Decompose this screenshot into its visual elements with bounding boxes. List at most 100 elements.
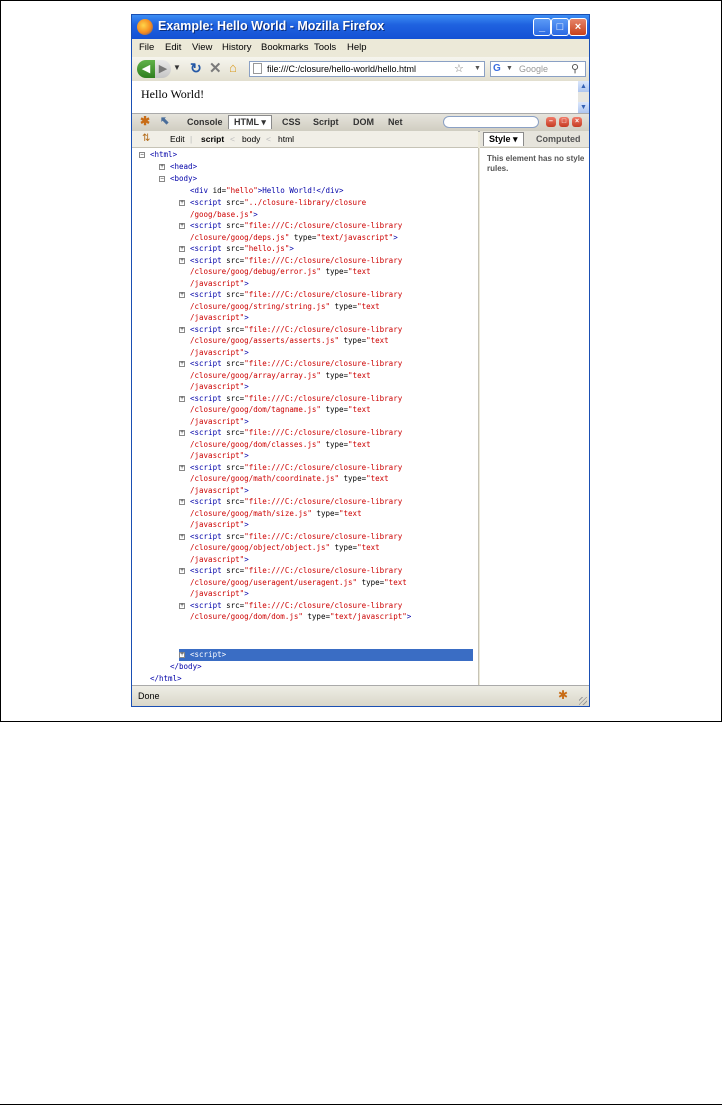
menu-file[interactable]: File [139, 42, 154, 53]
tree-attr-value: "text [384, 577, 407, 587]
content-scrollbar[interactable]: ▲ ▼ [578, 81, 589, 113]
tree-row[interactable]: </body> [170, 661, 202, 673]
tree-tag-script: <script [190, 198, 222, 207]
tab-script[interactable]: Script [313, 117, 339, 127]
breadcrumb-script[interactable]: script [201, 134, 224, 144]
tree-attr-value: "hello.js" [244, 244, 290, 253]
tab-css[interactable]: CSS [282, 117, 301, 127]
firebug-minimize-icon[interactable]: – [546, 117, 556, 127]
tree-attr-value: "text [357, 543, 380, 552]
tab-dom[interactable]: DOM [353, 117, 374, 127]
resize-grip-icon[interactable] [579, 697, 587, 705]
tree-tag-script-selected[interactable]: <script> [190, 649, 226, 661]
bookmark-star-icon[interactable]: ☆ [454, 62, 464, 76]
maximize-button[interactable]: □ [551, 18, 569, 36]
url-bar[interactable]: file:///C:/closure/hello-world/hello.htm… [249, 61, 485, 77]
tab-console[interactable]: Console [187, 117, 223, 127]
tab-net[interactable]: Net [388, 117, 403, 127]
url-text[interactable]: file:///C:/closure/hello-world/hello.htm… [267, 62, 416, 76]
tree-tag-div[interactable]: <div [190, 186, 208, 195]
search-engine-dropdown-icon[interactable]: ▼ [506, 62, 513, 76]
expand-icon[interactable]: + [179, 326, 185, 333]
close-button[interactable]: × [569, 18, 587, 36]
collapse-icon[interactable]: − [139, 152, 145, 158]
tree-tag-html-close[interactable]: </html> [150, 674, 182, 683]
scroll-up-icon[interactable]: ▲ [578, 81, 589, 92]
expand-icon[interactable]: + [179, 499, 185, 505]
tree-attr: type= [320, 439, 349, 449]
menu-history[interactable]: History [222, 42, 252, 53]
title-bar[interactable]: Example: Hello World - Mozilla Firefox _… [132, 15, 589, 39]
tree-tag-html[interactable]: <html> [150, 149, 177, 161]
history-dropdown-icon[interactable]: ▼ [173, 63, 181, 72]
chevron-down-icon: ▾ [513, 134, 518, 144]
tree-line: /javascript"> [190, 278, 249, 290]
expand-icon[interactable]: + [179, 361, 185, 367]
expand-icon[interactable]: + [179, 568, 185, 574]
search-icon[interactable]: ⚲ [571, 62, 579, 76]
edit-html-icon[interactable]: ⇅ [142, 133, 150, 144]
tree-attr: src= [221, 462, 245, 472]
menu-bookmarks[interactable]: Bookmarks [261, 42, 309, 53]
expand-icon[interactable]: + [179, 257, 185, 264]
google-icon[interactable]: G [493, 63, 504, 74]
html-panel-toolbar: ⇅ Edit | script < body < html [132, 131, 478, 148]
search-placeholder[interactable]: Google [519, 62, 548, 76]
expand-icon[interactable]: + [159, 164, 165, 170]
expand-icon[interactable]: + [179, 200, 185, 206]
expand-icon[interactable]: + [179, 292, 185, 298]
expand-icon[interactable]: + [179, 223, 185, 229]
tree-line: /javascript"> [190, 588, 249, 600]
tree-attr: type= [329, 301, 358, 311]
tab-html[interactable]: HTML ▾ [228, 115, 272, 129]
tab-computed[interactable]: Computed [536, 134, 581, 144]
inspect-icon[interactable]: ⬉ [160, 114, 169, 127]
scroll-down-icon[interactable]: ▼ [578, 102, 589, 113]
tree-attr: type= [320, 405, 349, 414]
tree-row-selected[interactable]: + <script> [179, 649, 473, 661]
tree-attr-value: /closure/goog/math/coordinate.js" [190, 474, 340, 483]
tree-attr-value: /closure/goog/deps.js" [190, 232, 290, 242]
tree-row[interactable]: </html> [150, 673, 182, 685]
tab-style[interactable]: Style ▾ [483, 132, 524, 146]
expand-icon[interactable]: + [179, 652, 185, 658]
breadcrumb-body[interactable]: body [242, 134, 260, 144]
reload-icon[interactable]: ↻ [190, 60, 202, 77]
expand-icon[interactable]: + [179, 430, 185, 436]
firebug-toolbar: ✱ ⬉ Console HTML ▾ CSS Script DOM Net – … [132, 113, 589, 132]
firebug-detach-icon[interactable]: □ [559, 117, 569, 127]
menu-help[interactable]: Help [347, 42, 367, 53]
expand-icon[interactable]: + [179, 395, 185, 402]
back-arrow-icon[interactable]: ◀ [137, 60, 155, 78]
tree-line: <script src="file:///C:/closure/closure-… [190, 600, 402, 612]
firebug-close-icon[interactable]: × [572, 117, 582, 127]
url-dropdown-icon[interactable]: ▼ [474, 62, 481, 76]
search-bar[interactable]: G ▼ Google ⚲ [490, 61, 586, 77]
firebug-search-input[interactable] [443, 116, 539, 128]
tree-tag-body-close[interactable]: </body> [170, 662, 202, 671]
tree-attr-value: /closure/goog/math/size.js" [190, 508, 312, 518]
tree-tag-body[interactable]: <body> [170, 173, 197, 185]
home-icon[interactable]: ⌂ [229, 60, 237, 75]
firebug-status-icon[interactable]: ✱ [558, 688, 568, 702]
stop-icon[interactable]: ✕ [209, 59, 222, 77]
menu-edit[interactable]: Edit [165, 42, 181, 53]
menu-tools[interactable]: Tools [314, 42, 336, 53]
tree-tag-end: > [244, 485, 249, 495]
tree-tag-end: > [406, 612, 412, 621]
collapse-icon[interactable]: − [159, 176, 165, 182]
tree-attr-value: "file:///C:/closure/closure-library [244, 393, 403, 403]
minimize-button[interactable]: _ [533, 18, 551, 36]
breadcrumb-html[interactable]: html [278, 134, 294, 144]
expand-icon[interactable]: + [179, 533, 185, 540]
tree-row[interactable]: <div id="hello">Hello World!</div> [190, 185, 344, 197]
tree-attr: src= [221, 531, 245, 541]
edit-button[interactable]: Edit [170, 134, 185, 144]
expand-icon[interactable]: + [179, 246, 185, 252]
menu-view[interactable]: View [192, 42, 212, 53]
firebug-bug-icon[interactable]: ✱ [140, 114, 150, 128]
forward-arrow-icon[interactable]: ▶ [155, 60, 171, 78]
expand-icon[interactable]: + [179, 464, 185, 471]
tree-tag-head[interactable]: <head> [170, 161, 197, 173]
expand-icon[interactable]: + [179, 602, 185, 609]
